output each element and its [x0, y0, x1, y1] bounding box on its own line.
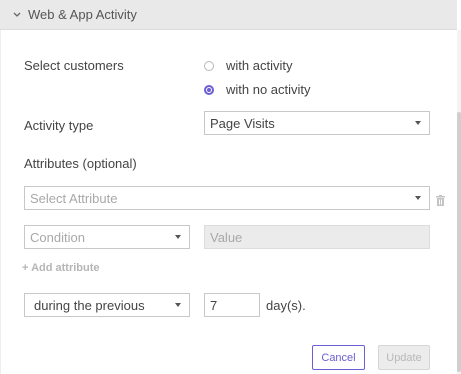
attribute-dropdown[interactable]: Select Attribute: [24, 186, 430, 210]
attributes-label: Attributes (optional): [24, 156, 137, 171]
timeframe-dropdown[interactable]: during the previous: [24, 293, 190, 317]
trash-icon[interactable]: [436, 193, 445, 206]
condition-placeholder: Condition: [30, 229, 85, 245]
activity-type-value: Page Visits: [210, 115, 275, 131]
scrollbar-thumb[interactable]: [457, 112, 461, 372]
caret-down-icon: [175, 303, 181, 307]
caret-down-icon: [415, 121, 421, 125]
timeframe-value: during the previous: [34, 297, 145, 313]
radio-with-activity[interactable]: with activity: [204, 58, 292, 73]
value-input: Value: [204, 225, 430, 249]
caret-down-icon: [415, 196, 421, 200]
radio-with-no-activity[interactable]: with no activity: [204, 82, 311, 97]
update-button[interactable]: Update: [378, 345, 430, 370]
add-attribute-link[interactable]: + Add attribute: [22, 262, 100, 274]
value-placeholder: Value: [210, 229, 243, 245]
radio-with-no-activity-indicator[interactable]: [204, 84, 214, 95]
attribute-placeholder: Select Attribute: [30, 190, 118, 206]
scrollbar[interactable]: [457, 30, 461, 374]
activity-type-label: Activity type: [24, 118, 94, 133]
condition-dropdown[interactable]: Condition: [24, 225, 190, 249]
days-input[interactable]: 7: [204, 293, 260, 317]
caret-down-icon: [175, 235, 181, 239]
select-customers-label: Select customers: [24, 58, 124, 73]
activity-type-dropdown[interactable]: Page Visits: [204, 111, 430, 135]
radio-with-no-activity-label: with no activity: [226, 82, 311, 97]
radio-with-activity-label: with activity: [226, 58, 293, 73]
days-value: 7: [210, 297, 218, 313]
cancel-button[interactable]: Cancel: [312, 345, 365, 370]
radio-with-activity-indicator[interactable]: [204, 60, 214, 71]
section-title: Web & App Activity: [28, 7, 137, 22]
days-unit-label: day(s).: [266, 298, 306, 313]
chevron-down-icon[interactable]: [12, 10, 22, 20]
section-header[interactable]: Web & App Activity: [0, 0, 457, 30]
